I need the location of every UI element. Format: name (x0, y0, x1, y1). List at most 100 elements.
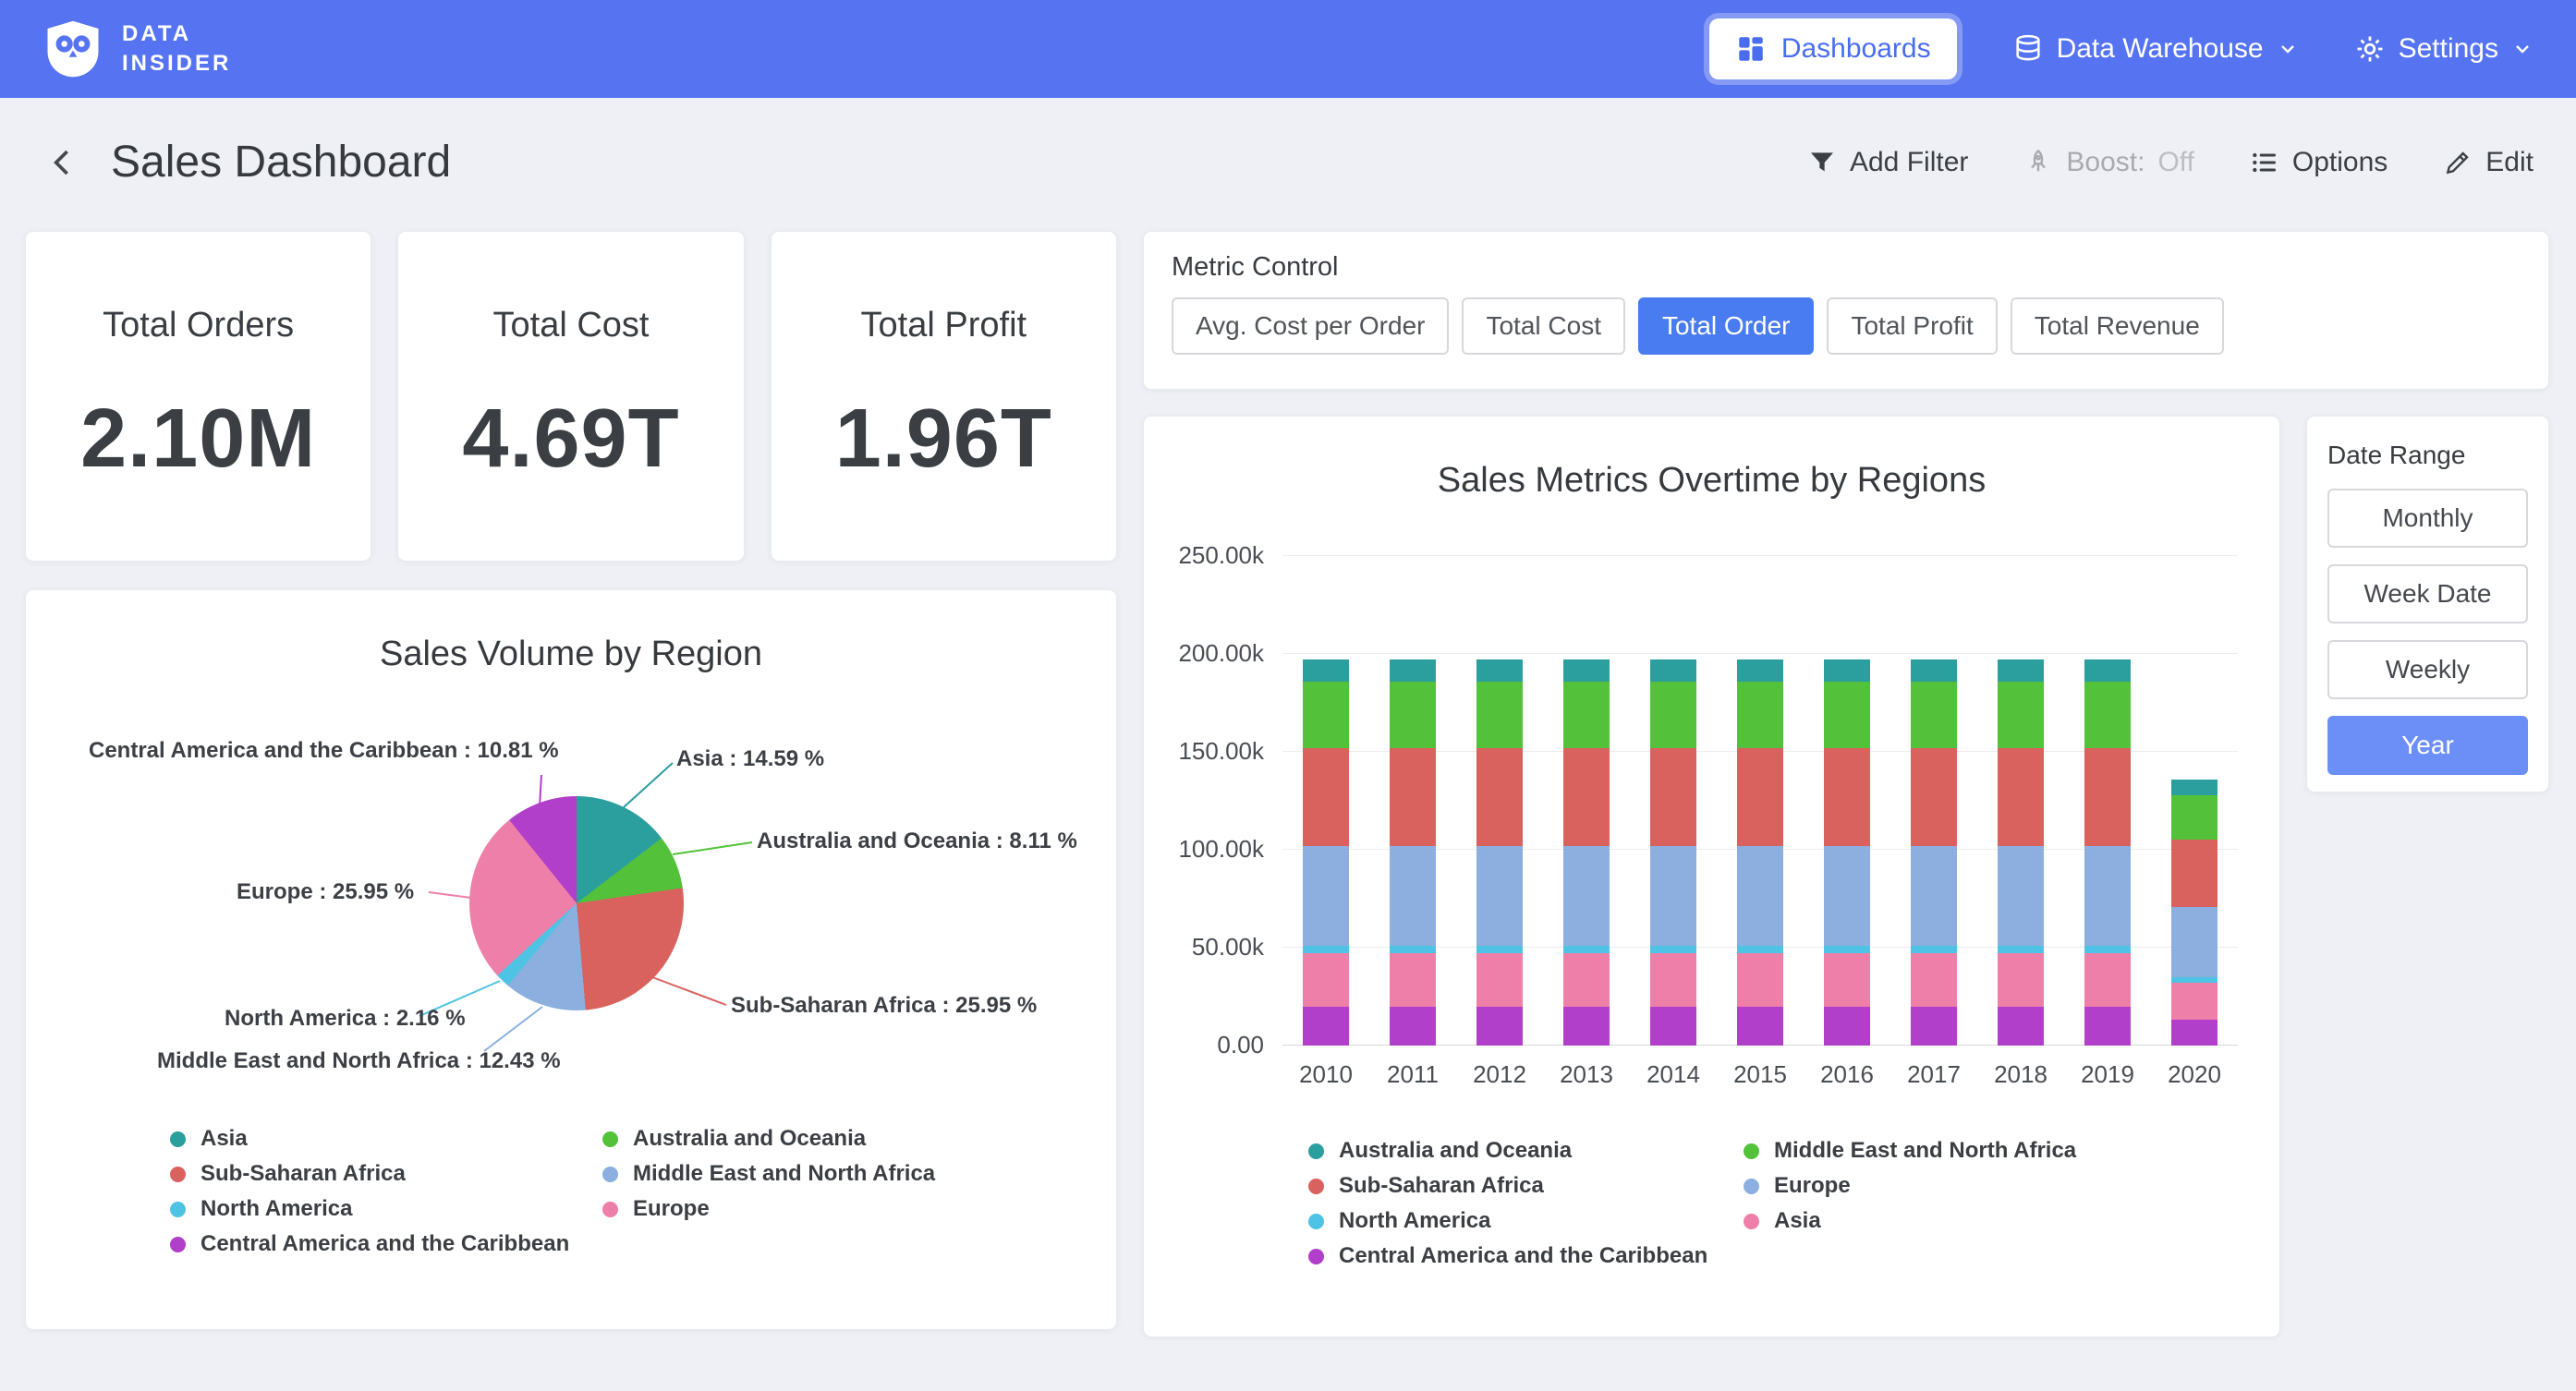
bar-segment-middle-east-and-north-africa[interactable] (2171, 795, 2218, 841)
legend-item-north-america[interactable]: North America (1308, 1209, 1744, 1233)
date-range-button-week-date[interactable]: Week Date (2327, 564, 2528, 623)
bar-segment-middle-east-and-north-africa[interactable] (1650, 682, 1696, 748)
date-range-button-weekly[interactable]: Weekly (2327, 640, 2528, 699)
legend-item-europe[interactable]: Europe (1744, 1174, 2076, 1198)
legend-item-central-america[interactable]: Central America and the Caribbean (170, 1232, 602, 1256)
metric-button-total-cost[interactable]: Total Cost (1462, 297, 1625, 355)
edit-button[interactable]: Edit (2443, 147, 2533, 178)
bar-segment-asia[interactable] (1824, 953, 1870, 1006)
bar-segment-central-america-and-the-caribbean[interactable] (1476, 1007, 1523, 1046)
legend-item-asia[interactable]: Asia (1744, 1209, 2076, 1233)
bar-segment-north-america[interactable] (2084, 946, 2131, 953)
bar-segment-australia-and-oceania[interactable] (1650, 659, 1696, 681)
bar-segment-north-america[interactable] (1650, 946, 1696, 953)
bar-segment-europe[interactable] (1563, 846, 1610, 946)
bar-2014[interactable] (1650, 659, 1696, 1046)
brand[interactable]: DATA INSIDER (43, 18, 231, 79)
bar-2010[interactable] (1303, 659, 1349, 1046)
bar-segment-central-america-and-the-caribbean[interactable] (1563, 1007, 1610, 1046)
bar-segment-asia[interactable] (1998, 953, 2044, 1006)
bar-segment-sub-saharan-africa[interactable] (1563, 748, 1610, 846)
bar-segment-middle-east-and-north-africa[interactable] (1476, 682, 1523, 748)
bar-segment-middle-east-and-north-africa[interactable] (1998, 682, 2044, 748)
bar-segment-europe[interactable] (2171, 907, 2218, 977)
bar-segment-asia[interactable] (1476, 953, 1523, 1006)
date-range-button-year[interactable]: Year (2327, 716, 2528, 775)
bar-segment-north-america[interactable] (1824, 946, 1870, 953)
bar-2017[interactable] (1911, 659, 1957, 1046)
bar-2013[interactable] (1563, 659, 1610, 1046)
bar-segment-central-america-and-the-caribbean[interactable] (1824, 1007, 1870, 1046)
bar-segment-asia[interactable] (1390, 953, 1436, 1006)
boost-toggle[interactable]: Boost: Off (2023, 147, 2194, 178)
bar-2012[interactable] (1476, 659, 1523, 1046)
bar-2016[interactable] (1824, 659, 1870, 1046)
dashboards-button[interactable]: Dashboards (1709, 18, 1957, 79)
bar-segment-central-america-and-the-caribbean[interactable] (2171, 1020, 2218, 1046)
bar-segment-sub-saharan-africa[interactable] (1824, 748, 1870, 846)
legend-item-sub-saharan-africa[interactable]: Sub-Saharan Africa (1308, 1174, 1744, 1198)
bar-segment-central-america-and-the-caribbean[interactable] (1998, 1007, 2044, 1046)
legend-item-asia[interactable]: Asia (170, 1127, 602, 1151)
bar-segment-asia[interactable] (1303, 953, 1349, 1006)
bar-segment-middle-east-and-north-africa[interactable] (1824, 682, 1870, 748)
bar-segment-europe[interactable] (1476, 846, 1523, 946)
bar-segment-sub-saharan-africa[interactable] (1650, 748, 1696, 846)
bar-segment-australia-and-oceania[interactable] (1390, 659, 1436, 681)
bar-segment-north-america[interactable] (1303, 946, 1349, 953)
bar-segment-asia[interactable] (1737, 953, 1783, 1006)
legend-item-north-america[interactable]: North America (170, 1197, 602, 1221)
bar-2019[interactable] (2084, 659, 2131, 1046)
legend-item-central-america[interactable]: Central America and the Caribbean (1308, 1244, 1744, 1268)
bar-2011[interactable] (1390, 659, 1436, 1046)
bar-segment-central-america-and-the-caribbean[interactable] (2084, 1007, 2131, 1046)
bar-segment-sub-saharan-africa[interactable] (1303, 748, 1349, 846)
bar-segment-europe[interactable] (1824, 846, 1870, 946)
bar-2015[interactable] (1737, 659, 1783, 1046)
bar-segment-middle-east-and-north-africa[interactable] (2084, 682, 2131, 748)
bar-segment-europe[interactable] (1911, 846, 1957, 946)
legend-item-europe[interactable]: Europe (602, 1197, 935, 1221)
bar-segment-australia-and-oceania[interactable] (1911, 659, 1957, 681)
bar-segment-sub-saharan-africa[interactable] (1476, 748, 1523, 846)
bar-segment-europe[interactable] (1303, 846, 1349, 946)
bar-segment-australia-and-oceania[interactable] (1476, 659, 1523, 681)
data-warehouse-menu[interactable]: Data Warehouse (2012, 33, 2299, 65)
bar-segment-middle-east-and-north-africa[interactable] (1911, 682, 1957, 748)
bar-segment-europe[interactable] (1737, 846, 1783, 946)
bar-segment-central-america-and-the-caribbean[interactable] (1390, 1007, 1436, 1046)
metric-button-avg-cost-per-order[interactable]: Avg. Cost per Order (1172, 297, 1449, 355)
bar-segment-middle-east-and-north-africa[interactable] (1390, 682, 1436, 748)
bar-segment-australia-and-oceania[interactable] (1824, 659, 1870, 681)
bar-segment-north-america[interactable] (1911, 946, 1957, 953)
bar-segment-sub-saharan-africa[interactable] (1911, 748, 1957, 846)
bar-segment-asia[interactable] (2171, 983, 2218, 1020)
bar-2020[interactable] (2171, 780, 2218, 1046)
bar-segment-asia[interactable] (1563, 953, 1610, 1006)
bar-segment-europe[interactable] (1650, 846, 1696, 946)
bar-segment-europe[interactable] (1998, 846, 2044, 946)
options-button[interactable]: Options (2250, 147, 2388, 178)
bar-2018[interactable] (1998, 659, 2044, 1046)
bar-segment-australia-and-oceania[interactable] (1998, 659, 2044, 681)
metric-button-total-order[interactable]: Total Order (1638, 297, 1815, 355)
bar-segment-australia-and-oceania[interactable] (2171, 780, 2218, 795)
bar-segment-sub-saharan-africa[interactable] (2084, 748, 2131, 846)
add-filter-button[interactable]: Add Filter (1807, 147, 1968, 178)
bar-segment-australia-and-oceania[interactable] (1737, 659, 1783, 681)
legend-item-middle-east-north-africa[interactable]: Middle East and North Africa (1744, 1139, 2076, 1163)
legend-item-australia-oceania[interactable]: Australia and Oceania (1308, 1139, 1744, 1163)
bar-segment-australia-and-oceania[interactable] (1563, 659, 1610, 681)
bar-segment-north-america[interactable] (1476, 946, 1523, 953)
bar-segment-north-america[interactable] (1737, 946, 1783, 953)
bar-segment-australia-and-oceania[interactable] (2084, 659, 2131, 681)
bar-segment-middle-east-and-north-africa[interactable] (1737, 682, 1783, 748)
back-button[interactable] (43, 142, 83, 183)
bar-segment-sub-saharan-africa[interactable] (1390, 748, 1436, 846)
legend-item-australia-oceania[interactable]: Australia and Oceania (602, 1127, 935, 1151)
bar-segment-central-america-and-the-caribbean[interactable] (1911, 1007, 1957, 1046)
bar-segment-sub-saharan-africa[interactable] (1737, 748, 1783, 846)
bar-segment-north-america[interactable] (1390, 946, 1436, 953)
bar-segment-australia-and-oceania[interactable] (1303, 659, 1349, 681)
pie-chart[interactable] (469, 796, 684, 1010)
